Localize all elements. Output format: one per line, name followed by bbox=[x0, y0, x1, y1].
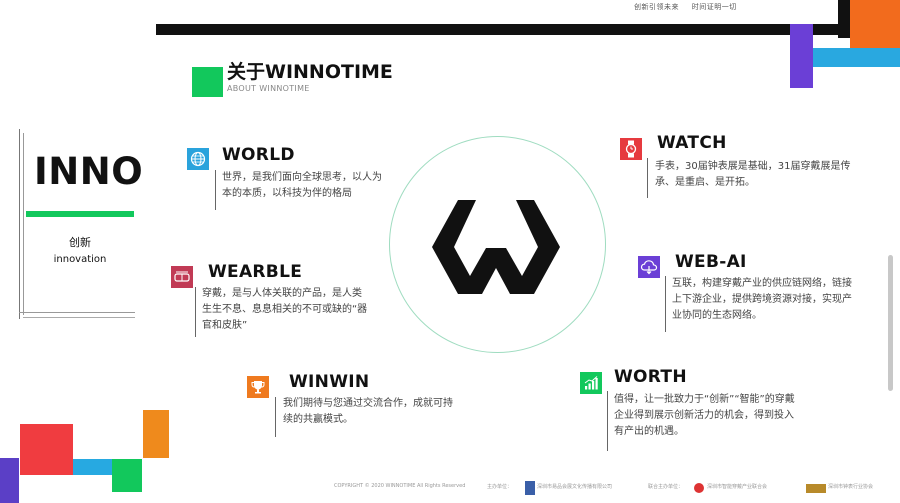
top-right-purple-block bbox=[790, 24, 813, 88]
desc-line: 上下游企业，提供跨境资源对接，实现产 bbox=[672, 294, 852, 305]
bottom-left-red-block bbox=[20, 424, 73, 475]
glasses-icon bbox=[174, 271, 190, 282]
world-icon-box bbox=[187, 148, 209, 170]
footer-copyright: COPYRIGHT © 2020 WINNOTIME All Rights Re… bbox=[334, 483, 466, 489]
feature-divider bbox=[607, 391, 608, 451]
desc-line: 官和皮肤” bbox=[202, 320, 248, 331]
desc-line: 承、是重启、是开拓。 bbox=[655, 177, 755, 188]
bottom-left-purple-block bbox=[0, 458, 19, 503]
webai-icon-box bbox=[638, 256, 660, 278]
footer-co-org1: 深圳市智能穿戴产业联合会 bbox=[707, 484, 768, 490]
inno-frame-line bbox=[19, 129, 20, 319]
inno-en-label: innovation bbox=[53, 254, 107, 265]
desc-line: 业协同的生态网络。 bbox=[672, 310, 762, 321]
bottom-left-blue-block bbox=[73, 459, 113, 475]
feature-desc-wearble: 穿戴，是与人体关联的产品，是人类 生生不息、息息相关的不可或缺的“器 官和皮肤” bbox=[202, 286, 367, 334]
desc-line: 生生不息、息息相关的不可或缺的“器 bbox=[202, 304, 368, 315]
bottom-left-orange-block bbox=[143, 410, 169, 458]
inno-cn-label: 创新 bbox=[69, 236, 91, 249]
desc-line: 值得，让一批致力于“创新”“智能”的穿戴 bbox=[614, 394, 795, 405]
globe-icon bbox=[190, 151, 206, 167]
inno-green-bar bbox=[26, 211, 134, 217]
footer-host-org: 深圳市易品会展文化传播有限公司 bbox=[537, 484, 613, 490]
header-slogan: 创新引领未来 时间证明一切 bbox=[634, 2, 737, 12]
top-right-blue-block bbox=[812, 48, 900, 67]
slogan-text-1: 创新引领未来 bbox=[634, 3, 679, 11]
desc-line: 企业得到展示创新活力的机会，得到投入 bbox=[614, 410, 794, 421]
watch-icon bbox=[625, 140, 637, 158]
desc-line: 穿戴，是与人体关联的产品，是人类 bbox=[202, 288, 362, 299]
feature-title-winwin: WINWIN bbox=[289, 372, 370, 392]
feature-desc-world: 世界，是我们面向全球思考，以人为 本的本质，以科技为伴的格局 bbox=[222, 170, 382, 202]
inno-title: INNO bbox=[34, 150, 144, 193]
desc-line: 有产出的机遇。 bbox=[614, 426, 684, 437]
top-right-black-block bbox=[838, 0, 850, 38]
desc-line: 续的共赢模式。 bbox=[283, 414, 353, 425]
feature-title-webai: WEB-AI bbox=[675, 252, 747, 272]
worth-icon-box bbox=[580, 372, 602, 394]
feature-title-watch: WATCH bbox=[657, 133, 727, 153]
feature-title-wearble: WEARBLE bbox=[208, 262, 303, 282]
section-marker bbox=[192, 67, 223, 97]
winwin-icon-box bbox=[247, 376, 269, 398]
bottom-left-green-block bbox=[112, 459, 142, 492]
feature-divider bbox=[215, 170, 216, 210]
footer-co-label: 联合主办单位： bbox=[648, 484, 684, 490]
inno-frame-line bbox=[19, 312, 135, 313]
desc-line: 世界，是我们面向全球思考，以人为 bbox=[222, 172, 382, 183]
trophy-icon bbox=[251, 381, 265, 394]
feature-desc-winwin: 我们期待与您通过交流合作，成就可持 续的共赢模式。 bbox=[283, 396, 453, 428]
wearble-icon-box bbox=[171, 266, 193, 288]
host-logo-icon bbox=[525, 481, 535, 495]
feature-desc-watch: 手表，30届钟表展是基础，31届穿戴展是传 承、是重启、是开拓。 bbox=[655, 159, 850, 191]
desc-line: 手表，30届钟表展是基础，31届穿戴展是传 bbox=[655, 161, 851, 172]
inno-frame-line bbox=[23, 133, 24, 315]
feature-divider bbox=[275, 397, 276, 437]
feature-desc-webai: 互联，构建穿戴产业的供应链网络，链接 上下游企业，提供跨境资源对接，实现产 业协… bbox=[672, 276, 852, 324]
co-org2-logo-icon bbox=[806, 484, 826, 493]
desc-line: 本的本质，以科技为伴的格局 bbox=[222, 188, 352, 199]
top-black-bar bbox=[156, 24, 850, 35]
feature-divider bbox=[647, 158, 648, 198]
feature-desc-worth: 值得，让一批致力于“创新”“智能”的穿戴 企业得到展示创新活力的机会，得到投入 … bbox=[614, 392, 795, 440]
page-scrollbar[interactable] bbox=[888, 255, 893, 391]
feature-divider bbox=[195, 287, 196, 337]
co-org1-logo-icon bbox=[694, 483, 704, 493]
watch-icon-box bbox=[620, 138, 642, 160]
feature-title-world: WORLD bbox=[222, 145, 295, 165]
bar-chart-icon bbox=[584, 376, 598, 390]
desc-line: 互联，构建穿戴产业的供应链网络，链接 bbox=[672, 278, 852, 289]
winnotime-logo bbox=[432, 200, 560, 294]
desc-line: 我们期待与您通过交流合作，成就可持 bbox=[283, 398, 453, 409]
footer-host-label: 主办单位： bbox=[487, 484, 513, 490]
section-title: 关于WINNOTIME bbox=[227, 61, 393, 83]
top-right-orange-block bbox=[850, 0, 900, 48]
cloud-icon bbox=[640, 260, 658, 275]
inno-frame-line bbox=[23, 317, 135, 318]
feature-divider bbox=[665, 276, 666, 332]
feature-title-worth: WORTH bbox=[614, 367, 687, 387]
section-subtitle: ABOUT WINNOTIME bbox=[227, 84, 310, 93]
slogan-text-2: 时间证明一切 bbox=[691, 3, 737, 11]
footer-co-org2: 深圳市钟表行业协会 bbox=[828, 484, 874, 490]
